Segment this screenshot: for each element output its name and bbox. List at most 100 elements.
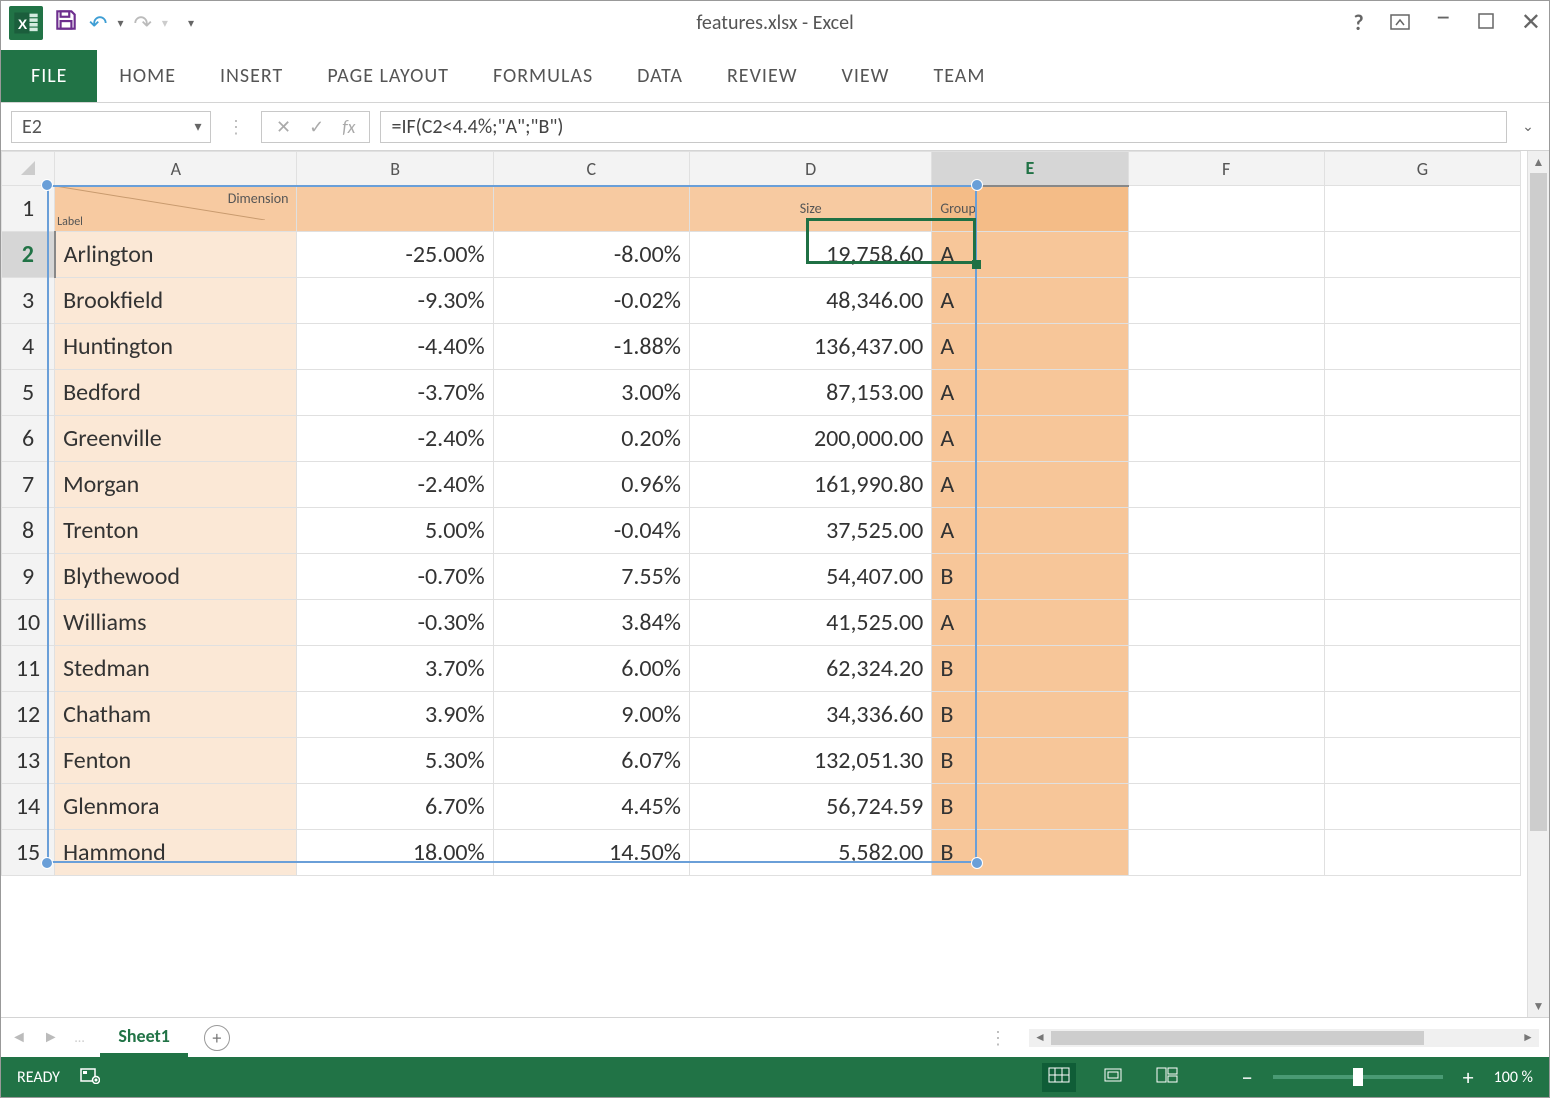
tab-home[interactable]: HOME	[97, 50, 198, 102]
cell-G9[interactable]	[1324, 554, 1520, 600]
row-header-4[interactable]: 4	[2, 324, 55, 370]
cell-A12[interactable]: Chatham	[55, 692, 297, 738]
cell-B4[interactable]: -4.40%	[297, 324, 493, 370]
cell-D10[interactable]: 41,525.00	[689, 600, 931, 646]
cell-D13[interactable]: 132,051.30	[689, 738, 931, 784]
cell-D15[interactable]: 5,582.00	[689, 830, 931, 876]
ribbon-display-icon[interactable]	[1390, 12, 1410, 34]
hscroll-thumb[interactable]	[1051, 1031, 1424, 1045]
cell-G8[interactable]	[1324, 508, 1520, 554]
cell-B5[interactable]: -3.70%	[297, 370, 493, 416]
table-row[interactable]: 7Morgan-2.40%0.96%161,990.80A	[2, 462, 1521, 508]
accept-formula-icon[interactable]: ✓	[309, 116, 324, 138]
row-header-12[interactable]: 12	[2, 692, 55, 738]
cell-A2[interactable]: Arlington	[55, 232, 297, 278]
cell-D2[interactable]: 19,758.60	[689, 232, 931, 278]
tab-nav-prev-icon[interactable]: ◄	[11, 1028, 27, 1047]
cell-D4[interactable]: 136,437.00	[689, 324, 931, 370]
col-header-C[interactable]: C	[493, 152, 689, 186]
tab-nav-next-icon[interactable]: ►	[43, 1028, 59, 1047]
hscroll-track[interactable]	[1051, 1029, 1517, 1047]
cell-C8[interactable]: -0.04%	[493, 508, 689, 554]
cell-B15[interactable]: 18.00%	[297, 830, 493, 876]
cell-B14[interactable]: 6.70%	[297, 784, 493, 830]
tab-formulas[interactable]: FORMULAS	[471, 50, 615, 102]
cell-E10[interactable]: A	[932, 600, 1128, 646]
cell-F9[interactable]	[1128, 554, 1324, 600]
cell-C5[interactable]: 3.00%	[493, 370, 689, 416]
cell-B11[interactable]: 3.70%	[297, 646, 493, 692]
scroll-up-icon[interactable]: ▲	[1528, 151, 1549, 173]
cell-B3[interactable]: -9.30%	[297, 278, 493, 324]
cell-F3[interactable]	[1128, 278, 1324, 324]
view-normal-icon[interactable]	[1042, 1063, 1076, 1092]
row-header-1[interactable]: 1	[2, 186, 55, 232]
cell-F6[interactable]	[1128, 416, 1324, 462]
row-header-6[interactable]: 6	[2, 416, 55, 462]
cell-G12[interactable]	[1324, 692, 1520, 738]
formula-input[interactable]: =IF(C2<4.4%;"A";"B")	[380, 111, 1507, 143]
cell-E5[interactable]: A	[932, 370, 1128, 416]
cell-A10[interactable]: Williams	[55, 600, 297, 646]
tab-data[interactable]: DATA	[615, 50, 705, 102]
table-row[interactable]: 8Trenton5.00%-0.04%37,525.00A	[2, 508, 1521, 554]
table-row[interactable]: 12Chatham3.90%9.00%34,336.60B	[2, 692, 1521, 738]
cell-E3[interactable]: A	[932, 278, 1128, 324]
cell-D11[interactable]: 62,324.20	[689, 646, 931, 692]
cell-A5[interactable]: Bedford	[55, 370, 297, 416]
help-icon[interactable]: ?	[1353, 12, 1363, 34]
tab-page-layout[interactable]: PAGE LAYOUT	[305, 50, 471, 102]
cell-G4[interactable]	[1324, 324, 1520, 370]
cell-G2[interactable]	[1324, 232, 1520, 278]
cell-A3[interactable]: Brookfield	[55, 278, 297, 324]
vertical-scrollbar[interactable]: ▲ ▼	[1527, 151, 1549, 1017]
row-header-9[interactable]: 9	[2, 554, 55, 600]
cell-B8[interactable]: 5.00%	[297, 508, 493, 554]
view-page-break-icon[interactable]	[1150, 1063, 1184, 1092]
cell-C10[interactable]: 3.84%	[493, 600, 689, 646]
table-row[interactable]: 2Arlington-25.00%-8.00%19,758.60A	[2, 232, 1521, 278]
cell-E13[interactable]: B	[932, 738, 1128, 784]
table-row[interactable]: 13Fenton5.30%6.07%132,051.30B	[2, 738, 1521, 784]
scroll-right-icon[interactable]: ►	[1517, 1030, 1539, 1045]
cell-F10[interactable]	[1128, 600, 1324, 646]
table-row[interactable]: 15Hammond18.00%14.50%5,582.00B	[2, 830, 1521, 876]
column-header-row[interactable]: A B C D E F G	[2, 152, 1521, 186]
cell-B10[interactable]: -0.30%	[297, 600, 493, 646]
cell-A15[interactable]: Hammond	[55, 830, 297, 876]
table-row[interactable]: 3Brookfield-9.30%-0.02%48,346.00A	[2, 278, 1521, 324]
sheet-tab-sheet1[interactable]: Sheet1	[100, 1019, 188, 1057]
name-box-value[interactable]: E2	[12, 111, 186, 143]
cell-B7[interactable]: -2.40%	[297, 462, 493, 508]
undo-icon[interactable]: ↶	[89, 10, 107, 37]
spreadsheet-grid[interactable]: A B C D E F G 1 Dimension Label	[1, 151, 1521, 876]
cell-C11[interactable]: 6.00%	[493, 646, 689, 692]
cell-B1[interactable]	[297, 186, 493, 232]
tab-view[interactable]: VIEW	[820, 50, 912, 102]
cell-C1[interactable]	[493, 186, 689, 232]
cell-A9[interactable]: Blythewood	[55, 554, 297, 600]
cell-B12[interactable]: 3.90%	[297, 692, 493, 738]
cell-D7[interactable]: 161,990.80	[689, 462, 931, 508]
row-header-13[interactable]: 13	[2, 738, 55, 784]
zoom-out-icon[interactable]: −	[1242, 1064, 1253, 1091]
cell-C3[interactable]: -0.02%	[493, 278, 689, 324]
cell-A6[interactable]: Greenville	[55, 416, 297, 462]
cell-D8[interactable]: 37,525.00	[689, 508, 931, 554]
tab-team[interactable]: TEAM	[911, 50, 1007, 102]
table-row[interactable]: 5Bedford-3.70%3.00%87,153.00A	[2, 370, 1521, 416]
cell-G10[interactable]	[1324, 600, 1520, 646]
cell-A7[interactable]: Morgan	[55, 462, 297, 508]
cell-E15[interactable]: B	[932, 830, 1128, 876]
col-header-G[interactable]: G	[1324, 152, 1520, 186]
cell-G7[interactable]	[1324, 462, 1520, 508]
cell-D14[interactable]: 56,724.59	[689, 784, 931, 830]
cell-D3[interactable]: 48,346.00	[689, 278, 931, 324]
cell-G3[interactable]	[1324, 278, 1520, 324]
view-page-layout-icon[interactable]	[1096, 1063, 1130, 1092]
cell-F11[interactable]	[1128, 646, 1324, 692]
tab-insert[interactable]: INSERT	[198, 50, 305, 102]
cell-D9[interactable]: 54,407.00	[689, 554, 931, 600]
save-icon[interactable]	[53, 7, 79, 39]
selection-handle-br[interactable]	[971, 857, 983, 869]
